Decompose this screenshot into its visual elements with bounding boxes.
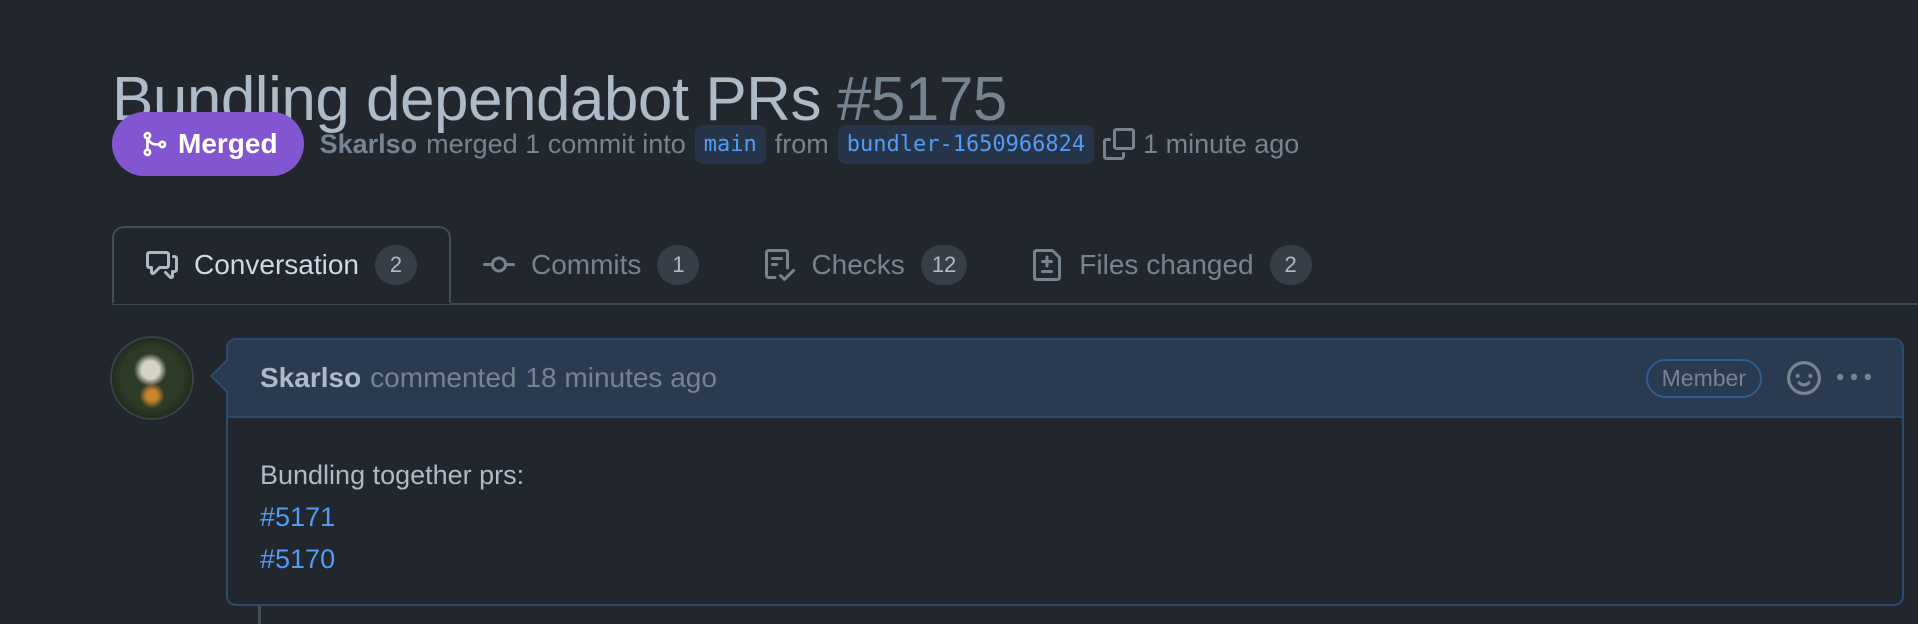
tab-checks-label: Checks [811, 249, 905, 280]
comment-body-text: Bundling together prs: [260, 460, 525, 490]
tab-conversation-label: Conversation [194, 249, 359, 280]
head-branch-link[interactable]: bundler-1650966824 [837, 124, 1095, 164]
git-merge-icon [143, 131, 167, 157]
file-diff-icon [1033, 249, 1062, 281]
comment-verb: commented [370, 362, 517, 393]
comment-discussion-icon [146, 251, 178, 279]
tab-conversation[interactable]: Conversation 2 [112, 226, 451, 304]
issue-link-5171[interactable]: #5171 [260, 496, 1870, 538]
pr-meta: Merged Skarlso merged 1 commit into main… [112, 112, 1299, 176]
avatar[interactable] [112, 338, 192, 418]
member-role-badge: Member [1645, 358, 1762, 398]
kebab-horizontal-icon[interactable] [1836, 360, 1872, 396]
tab-commits-label: Commits [530, 249, 642, 280]
tab-files-changed-count: 2 [1269, 245, 1312, 285]
comment-box: Skarlso commented 18 minutes ago Member … [226, 338, 1904, 606]
pr-tabs: Conversation 2 Commits 1 Checks 12 Files… [112, 226, 1344, 304]
copy-icon[interactable] [1103, 128, 1136, 160]
tab-conversation-count: 2 [374, 245, 417, 285]
comment-time-link[interactable]: 18 minutes ago [525, 362, 716, 394]
tab-commits[interactable]: Commits 1 [451, 226, 731, 304]
pr-author-link[interactable]: Skarlso [320, 129, 418, 160]
tab-files-changed-label: Files changed [1079, 249, 1254, 280]
git-commit-icon [482, 256, 515, 273]
from-text: from [774, 128, 829, 159]
base-branch-link[interactable]: main [694, 124, 766, 164]
comment-author-link[interactable]: Skarlso [260, 362, 361, 394]
merge-action-text: merged 1 commit into [426, 128, 686, 159]
comment-body: Bundling together prs: #5171 #5170 [228, 418, 1902, 580]
smiley-icon[interactable] [1786, 360, 1822, 396]
merged-state-badge[interactable]: Merged [112, 112, 304, 176]
tab-files-changed[interactable]: Files changed 2 [999, 226, 1343, 304]
checklist-icon [765, 249, 796, 281]
tab-checks[interactable]: Checks 12 [731, 226, 999, 304]
tab-checks-count: 12 [920, 245, 968, 285]
pull-request-page: Bundling dependabot PRs #5175 Merged Skar… [0, 0, 1918, 624]
timeline-line [258, 606, 261, 624]
merge-time[interactable]: 1 minute ago [1143, 129, 1299, 160]
tab-commits-count: 1 [657, 245, 700, 285]
merged-state-label: Merged [178, 128, 278, 159]
issue-link-5170[interactable]: #5170 [260, 538, 1870, 580]
comment-header: Skarlso commented 18 minutes ago Member [228, 340, 1902, 418]
